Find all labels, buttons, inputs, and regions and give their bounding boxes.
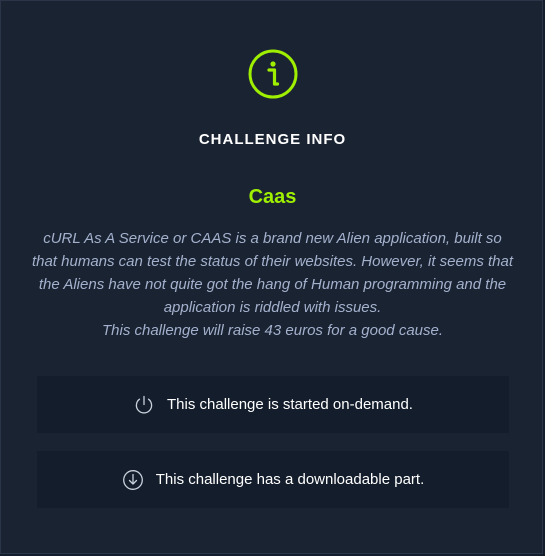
power-icon	[133, 394, 155, 416]
info-icon	[248, 49, 298, 99]
challenge-description: cURL As A Service or CAAS is a brand new…	[29, 227, 516, 342]
challenge-name: Caas	[248, 186, 297, 208]
download-icon	[122, 469, 144, 491]
description-text: cURL As A Service or CAAS is a brand new…	[31, 230, 514, 316]
downloadable-feature: This challenge has a downloadable part.	[37, 451, 509, 508]
charity-note: This challenge will raise 43 euros for a…	[101, 322, 444, 339]
challenge-info-modal: CHALLENGE INFO Caas cURL As A Service or…	[0, 0, 543, 554]
on-demand-text: This challenge is started on-demand.	[167, 396, 413, 413]
on-demand-feature: This challenge is started on-demand.	[37, 376, 509, 433]
modal-title: CHALLENGE INFO	[198, 131, 347, 148]
downloadable-text: This challenge has a downloadable part.	[155, 471, 425, 488]
